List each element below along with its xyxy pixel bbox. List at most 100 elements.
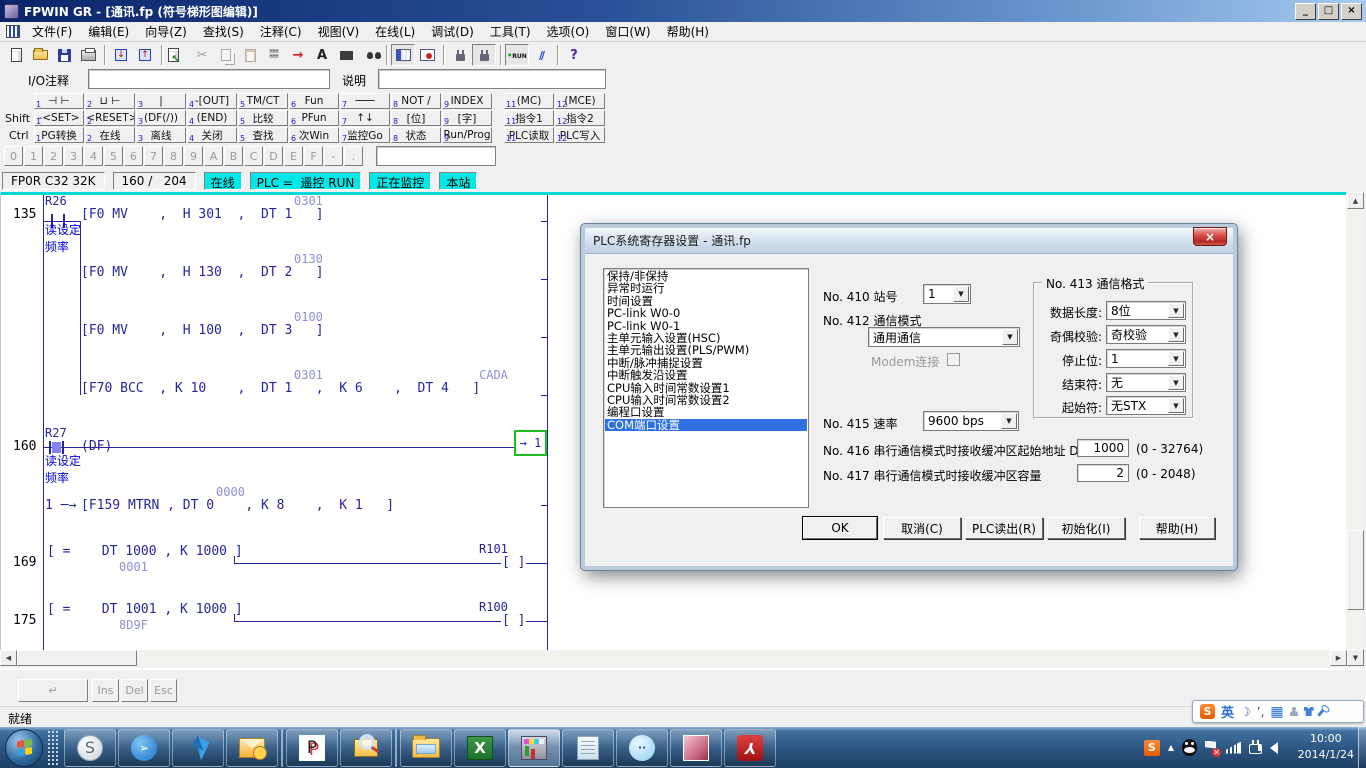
online-mode-icon[interactable] — [472, 44, 496, 66]
fkey-ctrl-button[interactable]: 5查找 — [238, 127, 288, 143]
paste-icon[interactable] — [238, 44, 262, 66]
horizontal-scroll-thumb[interactable] — [17, 650, 137, 666]
taskbar-thunderbird[interactable] — [172, 729, 224, 767]
fkey-shift-button[interactable]: 5比较 — [238, 110, 288, 126]
sogou-logo-icon[interactable]: S — [1200, 704, 1215, 719]
output-coil[interactable]: [ ] — [501, 556, 526, 569]
taskbar-notepad[interactable] — [562, 729, 614, 767]
hex-key-button[interactable]: D — [264, 146, 283, 166]
fkey-shift-button[interactable]: 4(END) — [187, 110, 237, 126]
fkey-shift-button[interactable]: 8[位] — [391, 110, 441, 126]
punctuation-icon[interactable]: ’, — [1257, 706, 1265, 718]
menu-item[interactable]: 帮助(H) — [659, 21, 717, 42]
block-up-icon[interactable]: ↑ — [133, 44, 157, 66]
fkey-button[interactable]: 1⊣ ⊢ — [34, 93, 84, 109]
find-icon[interactable] — [358, 44, 382, 66]
fkey-ctrl-button[interactable]: 1PG转换 — [34, 127, 84, 143]
ime-skin-icon[interactable] — [1304, 707, 1314, 716]
vertical-scrollbar[interactable]: ▲ ▼ — [1347, 192, 1364, 666]
print-icon[interactable] — [76, 44, 100, 66]
fkey-shift-button[interactable]: 6PFun — [289, 110, 339, 126]
fkey-button[interactable]: 5TM/CT — [238, 93, 288, 109]
cancel-button[interactable]: 取消(C) — [883, 517, 961, 539]
taskbar-excel[interactable]: X — [454, 729, 506, 767]
vertical-scroll-thumb[interactable] — [1347, 530, 1364, 610]
hex-key-button[interactable]: 5 — [104, 146, 123, 166]
esc-key-button[interactable]: Esc — [150, 679, 177, 702]
fkey-ctrl-button[interactable]: 4关闭 — [187, 127, 237, 143]
initialize-button[interactable]: 初始化(I) — [1047, 517, 1125, 539]
description-input[interactable] — [378, 69, 606, 89]
register-monitor-icon[interactable] — [415, 44, 439, 66]
hex-key-button[interactable]: C — [244, 146, 263, 166]
fkey-button[interactable]: 6Fun — [289, 93, 339, 109]
plc-status-icon[interactable] — [448, 44, 472, 66]
select-mode-icon[interactable]: ↖ — [166, 44, 190, 66]
tray-qq-icon[interactable] — [1182, 739, 1197, 756]
jump-icon[interactable]: → — [286, 44, 310, 66]
menu-item[interactable]: 注释(C) — [252, 21, 310, 42]
fkey-shift-button[interactable]: 12指令2 — [555, 110, 605, 126]
instruction-line[interactable]: [F159 MTRN , DT 0 , K 8 , K 1 ] — [81, 499, 394, 512]
fkey-ctrl-button[interactable]: 9Run/Prog — [442, 127, 492, 143]
scroll-right-icon[interactable]: ▶ — [1330, 650, 1347, 666]
ime-language-toggle[interactable]: 英 — [1221, 702, 1234, 721]
fkey-shift-button[interactable]: 1-<SET> — [34, 110, 84, 126]
soft-keyboard-icon[interactable]: ▦ — [1270, 705, 1283, 719]
tray-network-icon[interactable] — [1226, 742, 1241, 754]
plc-read-button[interactable]: PLC读出(R) — [965, 517, 1043, 539]
fkey-ctrl-button[interactable]: 8状态 — [391, 127, 441, 143]
hex-key-button[interactable]: 8 — [164, 146, 183, 166]
menu-item[interactable]: 向导(Z) — [137, 21, 195, 42]
enter-key-button[interactable]: ↵ — [18, 679, 88, 702]
df-instruction[interactable]: (DF) — [81, 440, 112, 453]
ins-key-button[interactable]: Ins — [92, 679, 119, 702]
taskbar-file-explorer[interactable] — [400, 729, 452, 767]
taskbar-sogou-browser[interactable]: S — [64, 729, 116, 767]
hex-key-button[interactable]: - — [324, 146, 343, 166]
taskbar-search-tool[interactable] — [340, 729, 392, 767]
fkey-shift-button[interactable]: 11指令1 — [504, 110, 554, 126]
compare-instruction[interactable]: [ = DT 1001 , K 1000 ] — [47, 603, 243, 616]
hex-key-button[interactable]: F — [304, 146, 323, 166]
scroll-left-icon[interactable]: ◀ — [0, 650, 17, 666]
fkey-button[interactable]: 3| — [136, 93, 186, 109]
menu-item[interactable]: 工具(T) — [482, 21, 539, 42]
help-icon[interactable]: ? — [562, 44, 586, 66]
block-down-icon[interactable]: ↓ — [109, 44, 133, 66]
dialog-close-button[interactable]: × — [1193, 227, 1227, 246]
tray-volume-icon[interactable] — [1270, 742, 1278, 754]
hex-key-button[interactable]: 0 — [4, 146, 23, 166]
hex-key-button[interactable]: B — [224, 146, 243, 166]
fkey-button[interactable]: 11(MC) — [504, 93, 554, 109]
start-button[interactable] — [5, 729, 43, 767]
menu-item[interactable]: 调试(D) — [423, 21, 482, 42]
fkey-button[interactable]: 7─── — [340, 93, 390, 109]
fkey-shift-button[interactable]: 9[字] — [442, 110, 492, 126]
fkey-button[interactable]: 9INDEX — [442, 93, 492, 109]
fkey-button[interactable]: 4-[OUT] — [187, 93, 237, 109]
run-mode-icon[interactable]: •RUN — [505, 44, 529, 66]
block-select-icon[interactable] — [334, 44, 358, 66]
del-key-button[interactable]: Del — [121, 679, 148, 702]
menu-item[interactable]: 文件(F) — [24, 21, 80, 42]
minimize-button[interactable]: _ — [1295, 3, 1316, 20]
show-desktop-button[interactable] — [1358, 727, 1366, 768]
contact-list-icon[interactable]: HHH HHH — [262, 44, 286, 66]
ime-language-bar[interactable]: S 英 ☽ ’, ▦ — [1192, 700, 1364, 723]
ok-button[interactable]: OK — [803, 517, 877, 539]
fkey-ctrl-button[interactable]: 7监控Go — [340, 127, 390, 143]
tray-action-center-icon[interactable] — [1205, 741, 1218, 755]
horizontal-scrollbar[interactable]: ◀ ▶ — [0, 650, 1347, 666]
taskbar-browser[interactable]: ➢ — [118, 729, 170, 767]
menu-item[interactable]: 查找(S) — [195, 21, 252, 42]
menu-item[interactable]: 在线(L) — [367, 21, 423, 42]
new-file-icon[interactable] — [4, 44, 28, 66]
fkey-shift-button[interactable]: 7↑↓ — [340, 110, 390, 126]
ime-settings-icon[interactable] — [1317, 707, 1326, 717]
hex-key-button[interactable]: 9 — [184, 146, 203, 166]
monitor-grid-icon[interactable] — [391, 44, 415, 66]
maximize-button[interactable]: □ — [1318, 3, 1339, 20]
hex-key-button[interactable]: A — [204, 146, 223, 166]
taskbar-photo-viewer[interactable] — [670, 729, 722, 767]
